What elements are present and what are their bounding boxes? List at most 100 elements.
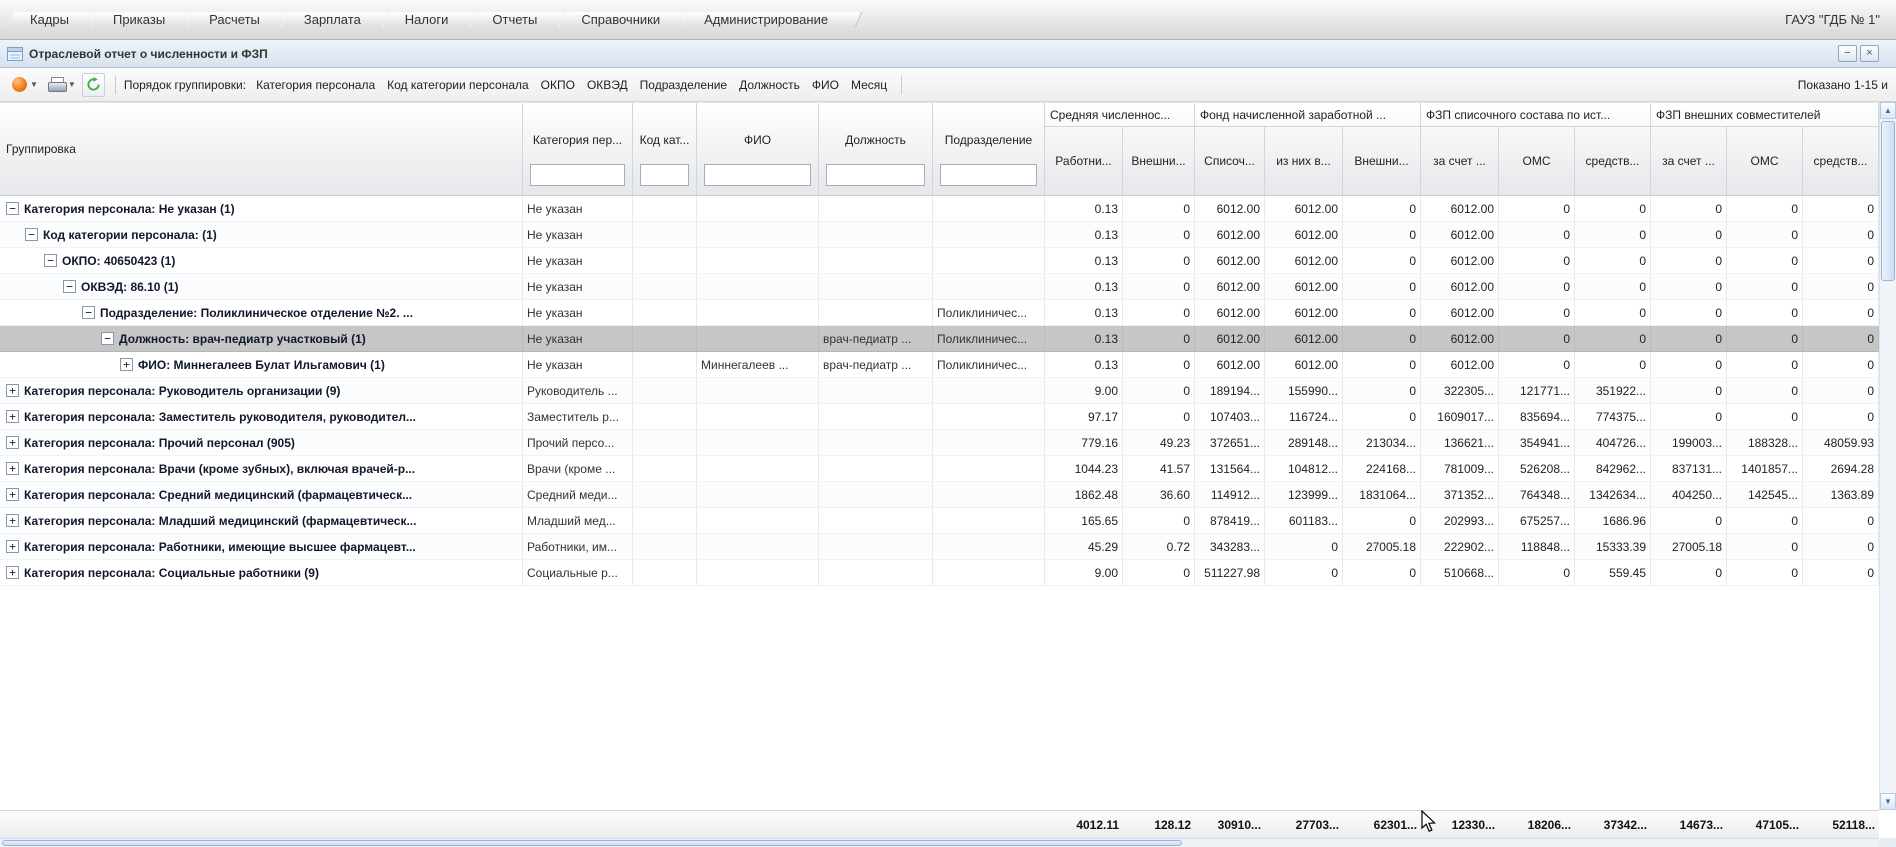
grouping-item[interactable]: Месяц [845,75,893,95]
horizontal-scrollbar[interactable] [0,838,1879,847]
text-cell: Не указан [523,248,633,274]
filter-input[interactable] [704,164,811,186]
filter-input[interactable] [826,164,925,186]
column-header[interactable]: Подразделение [933,103,1045,195]
expand-icon[interactable]: + [6,540,19,553]
text-cell [633,404,697,430]
value-cell: 0 [1651,378,1727,404]
value-cell: 0 [1343,508,1421,534]
collapse-icon[interactable]: − [101,332,114,345]
expand-icon[interactable]: + [6,462,19,475]
group-header-title[interactable]: ФЗП списочного состава по ист... [1421,103,1651,127]
expand-icon[interactable]: + [6,488,19,501]
value-cell: 6012.00 [1421,352,1499,378]
column-header[interactable]: Код кат... [633,103,697,195]
column-header[interactable]: за счет ... [1651,127,1727,195]
value-cell: 6012.00 [1195,196,1265,222]
column-header[interactable]: ФИО [697,103,819,195]
vertical-scrollbar-thumb[interactable] [1881,121,1895,281]
grouping-item[interactable]: Категория персонала [250,75,381,95]
collapse-icon[interactable]: − [25,228,38,241]
column-header-grouping[interactable]: Группировка [0,103,523,195]
grouping-item[interactable]: ОКВЭД [581,75,634,95]
text-cell: Заместитель р... [523,404,633,430]
collapse-icon[interactable]: − [63,280,76,293]
expand-icon[interactable]: + [6,566,19,579]
grouping-item[interactable]: Код категории персонала [381,75,535,95]
expand-icon[interactable]: + [6,514,19,527]
column-header[interactable]: Внешни... [1343,127,1421,195]
group-header-title[interactable]: Средняя численнос... [1045,103,1195,127]
filter-input[interactable] [530,164,625,186]
pagination-status: Показано 1-15 и [1798,78,1888,92]
grouping-item[interactable]: Подразделение [634,75,733,95]
report-window-titlebar: Отраслевой отчет о численности и ФЗП − × [0,40,1896,68]
table-row[interactable]: −Подразделение: Поликлиническое отделени… [0,300,1879,326]
report-menu-button[interactable]: ▼ [8,73,42,97]
table-row[interactable]: +Категория персонала: Врачи (кроме зубны… [0,456,1879,482]
menu-item[interactable]: Администрирование [682,12,850,27]
table-row[interactable]: +Категория персонала: Заместитель руково… [0,404,1879,430]
menu-item[interactable]: Отчеты [470,12,559,27]
expand-icon[interactable]: + [120,358,133,371]
expand-icon[interactable]: + [6,384,19,397]
vertical-scrollbar[interactable]: ▲ ▼ [1879,102,1896,810]
menu-item[interactable]: Расчеты [187,12,282,27]
column-header[interactable]: Категория пер... [523,103,633,195]
group-header-title[interactable]: ФЗП внешних совместителей [1651,103,1879,127]
column-header[interactable]: за счет ... [1421,127,1499,195]
collapse-icon[interactable]: − [44,254,57,267]
menu-item[interactable]: Приказы [91,12,187,27]
menu-item[interactable]: Зарплата [282,12,383,27]
value-cell: 123999... [1265,482,1343,508]
scroll-up-arrow-icon[interactable]: ▲ [1880,102,1896,119]
expand-icon[interactable]: + [6,436,19,449]
filter-input[interactable] [940,164,1037,186]
filter-input[interactable] [640,164,689,186]
column-header[interactable]: средств... [1803,127,1879,195]
column-header[interactable]: Списоч... [1195,127,1265,195]
scroll-down-arrow-icon[interactable]: ▼ [1880,793,1896,810]
value-cell: 1044.23 [1045,456,1123,482]
expand-icon[interactable]: + [6,410,19,423]
grouping-item[interactable]: ФИО [806,75,845,95]
table-row[interactable]: −Должность: врач-педиатр участковый (1)Н… [0,326,1879,352]
minimize-button[interactable]: − [1838,45,1857,62]
refresh-button[interactable] [82,73,105,97]
menu-item[interactable]: Кадры [8,12,91,27]
table-row[interactable]: +Категория персонала: Работники, имеющие… [0,534,1879,560]
table-row[interactable]: −Код категории персонала: (1)Не указан0.… [0,222,1879,248]
table-row[interactable]: + Категория персонала: Младший медицински… [0,508,1879,534]
table-row[interactable]: −ОКВЭД: 86.10 (1)Не указан0.1306012.0060… [0,274,1879,300]
toolbar-separator [901,76,902,94]
column-header[interactable]: ОМС [1727,127,1803,195]
grouping-items: Категория персоналаКод категории персона… [250,75,893,95]
horizontal-scrollbar-thumb[interactable] [2,840,1182,846]
column-header[interactable]: средств... [1575,127,1651,195]
text-cell [819,456,933,482]
table-row[interactable]: −Категория персонала: Не указан (1)Не ук… [0,196,1879,222]
total-cell: 14673... [1651,811,1727,838]
close-button[interactable]: × [1860,45,1879,62]
table-row[interactable]: +Категория персонала: Средний медицински… [0,482,1879,508]
column-header[interactable]: Работни... [1045,127,1123,195]
group-header-title[interactable]: Фонд начисленной заработной ... [1195,103,1421,127]
menu-item[interactable]: Справочники [559,12,682,27]
collapse-icon[interactable]: − [82,306,95,319]
table-row[interactable]: +Категория персонала: Руководитель орган… [0,378,1879,404]
collapse-icon[interactable]: − [6,202,19,215]
print-menu-button[interactable]: ▼ [44,73,80,97]
value-cell: 0 [1123,352,1195,378]
table-row[interactable]: +Категория персонала: Социальные работни… [0,560,1879,586]
menu-item[interactable]: Налоги [383,12,471,27]
group-label: Категория персонала: Младший медицинский… [24,514,416,528]
column-header[interactable]: ОМС [1499,127,1575,195]
column-header[interactable]: Внешни... [1123,127,1195,195]
grouping-item[interactable]: Должность [733,75,806,95]
column-header[interactable]: Должность [819,103,933,195]
table-row[interactable]: +Категория персонала: Прочий персонал (9… [0,430,1879,456]
column-header[interactable]: из них в... [1265,127,1343,195]
table-row[interactable]: −ОКПО: 40650423 (1)Не указан0.1306012.00… [0,248,1879,274]
table-row[interactable]: +ФИО: Миннегалеев Булат Ильгамович (1)Не… [0,352,1879,378]
grouping-item[interactable]: ОКПО [535,75,581,95]
